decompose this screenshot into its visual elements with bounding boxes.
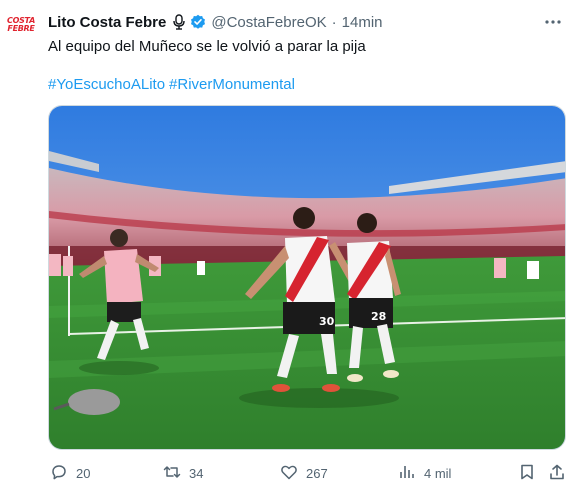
analytics-icon: [398, 463, 416, 484]
tweet-text: Al equipo del Muñeco se le volvió a para…: [48, 38, 366, 55]
more-options-icon[interactable]: [543, 12, 563, 32]
avatar[interactable]: COSTA FEBRE: [7, 12, 35, 38]
stadium-photo-illustration: 30 28: [49, 106, 565, 449]
tweet-photo[interactable]: 30 28: [48, 105, 566, 450]
microphone-icon: [172, 14, 186, 30]
share-icon: [548, 463, 566, 484]
bookmark-icon: [518, 463, 536, 484]
bookmark-button[interactable]: [518, 462, 536, 484]
separator-dot: ·: [331, 13, 337, 31]
heart-icon: [280, 463, 298, 484]
reply-icon: [50, 463, 68, 484]
repost-icon: [163, 463, 181, 484]
like-count: 267: [306, 465, 328, 481]
repost-count: 34: [189, 465, 204, 481]
repost-button[interactable]: 34: [163, 462, 203, 484]
author-name[interactable]: Lito Costa Febre: [48, 14, 166, 31]
tweet-actions: 20 34 267 4 mil: [48, 462, 568, 484]
avatar-text-bottom: FEBRE: [7, 24, 35, 33]
jersey-number-right: 28: [371, 310, 386, 323]
share-button[interactable]: [548, 462, 566, 484]
hashtag-list: #YoEscuchoALito #RiverMonumental: [48, 76, 299, 93]
author-handle[interactable]: @CostaFebreOK: [211, 14, 326, 31]
verified-badge-icon: [190, 14, 206, 30]
hashtag-link[interactable]: #RiverMonumental: [169, 76, 295, 93]
tweet-header: Lito Costa Febre @CostaFebreOK · 14min: [48, 12, 571, 32]
tweet-time[interactable]: 14min: [342, 14, 383, 31]
views-count: 4 mil: [424, 465, 452, 481]
hashtag-link[interactable]: #YoEscuchoALito: [48, 76, 165, 93]
reply-count: 20: [76, 465, 91, 481]
jersey-number-left: 30: [319, 315, 335, 328]
views-button[interactable]: 4 mil: [398, 462, 451, 484]
reply-button[interactable]: 20: [50, 462, 90, 484]
like-button[interactable]: 267: [280, 462, 328, 484]
